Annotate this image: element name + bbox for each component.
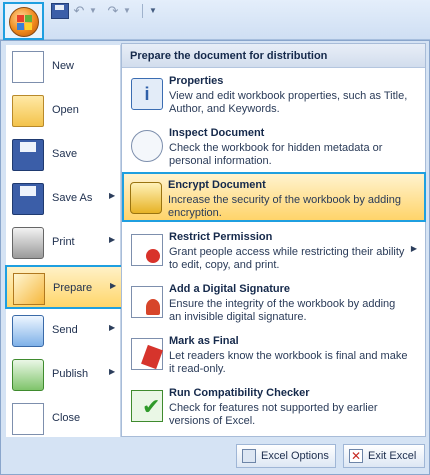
encrypt-key-icon bbox=[130, 182, 162, 214]
prepare-item-desc: Ensure the integrity of the workbook by … bbox=[169, 298, 396, 323]
prepare-item-restrict-permission[interactable]: Restrict Permission Grant people access … bbox=[125, 226, 423, 276]
menu-item-open[interactable]: Open bbox=[6, 89, 121, 133]
menu-item-label: Save bbox=[52, 148, 78, 160]
qat-redo-icon[interactable]: ↷ bbox=[104, 3, 122, 19]
qat-undo-icon[interactable]: ↶ bbox=[70, 3, 88, 19]
prepare-item-properties[interactable]: i Properties View and edit workbook prop… bbox=[125, 70, 423, 120]
prepare-item-desc: Grant people access while restricting th… bbox=[169, 246, 405, 271]
exit-x-icon: ✕ bbox=[349, 449, 363, 463]
menu-item-new[interactable]: New bbox=[6, 45, 121, 89]
save-disk-icon bbox=[12, 139, 44, 171]
submenu-arrow-icon: ▶ bbox=[109, 191, 116, 200]
submenu-arrow-icon: ▶ bbox=[410, 244, 417, 253]
prepare-item-title: Encrypt Document bbox=[168, 179, 266, 191]
prepare-item-title: Mark as Final bbox=[169, 335, 239, 347]
excel-options-label: Excel Options bbox=[261, 450, 329, 462]
prepare-item-title: Restrict Permission bbox=[169, 231, 273, 243]
prepare-item-desc: Check the workbook for hidden metadata o… bbox=[169, 142, 383, 167]
properties-icon: i bbox=[131, 78, 163, 110]
menu-item-label: Save As bbox=[52, 192, 93, 204]
close-document-icon bbox=[12, 403, 44, 435]
exit-excel-button[interactable]: ✕ Exit Excel bbox=[343, 444, 425, 468]
submenu-arrow-icon: ▶ bbox=[109, 235, 116, 244]
prepare-item-desc: View and edit workbook properties, such … bbox=[169, 90, 408, 115]
prepare-item-inspect-document[interactable]: Inspect Document Check the workbook for … bbox=[125, 122, 423, 172]
menu-item-prepare[interactable]: Prepare ▶ bbox=[5, 265, 123, 309]
submenu-header: Prepare the document for distribution bbox=[122, 44, 425, 68]
save-as-icon bbox=[12, 183, 44, 215]
prepare-item-title: Run Compatibility Checker bbox=[169, 387, 310, 399]
send-icon bbox=[12, 315, 44, 347]
prepare-submenu: Prepare the document for distribution i … bbox=[121, 43, 426, 437]
office-menu: New Open Save Save As ▶ Print ▶ Prepare … bbox=[0, 40, 430, 475]
publish-icon bbox=[12, 359, 44, 391]
menu-item-label: Print bbox=[52, 236, 75, 248]
menu-item-label: Close bbox=[52, 412, 81, 424]
printer-icon bbox=[12, 227, 44, 259]
compatibility-check-icon bbox=[131, 390, 163, 422]
menu-item-close[interactable]: Close bbox=[6, 397, 121, 441]
menu-item-send[interactable]: Send ▶ bbox=[6, 309, 121, 353]
submenu-arrow-icon: ▶ bbox=[109, 323, 116, 332]
prepare-item-title: Inspect Document bbox=[169, 127, 265, 139]
prepare-item-digital-signature[interactable]: Add a Digital Signature Ensure the integ… bbox=[125, 278, 423, 328]
submenu-arrow-icon: ▶ bbox=[109, 367, 116, 376]
exit-excel-label: Exit Excel bbox=[368, 450, 417, 462]
prepare-item-title: Properties bbox=[169, 75, 224, 87]
prepare-item-encrypt-document[interactable]: Encrypt Document Increase the security o… bbox=[122, 172, 426, 222]
menu-item-label: Open bbox=[52, 104, 79, 116]
prepare-item-title: Add a Digital Signature bbox=[169, 283, 291, 295]
digital-signature-icon bbox=[131, 286, 163, 318]
open-folder-icon bbox=[12, 95, 44, 127]
prepare-item-desc: Increase the security of the workbook by… bbox=[168, 194, 401, 219]
office-button[interactable] bbox=[3, 2, 44, 40]
customize-qat-icon[interactable]: ▼ bbox=[149, 3, 157, 19]
menu-item-save[interactable]: Save bbox=[6, 133, 121, 177]
mark-final-icon bbox=[131, 338, 163, 370]
menu-item-label: New bbox=[52, 60, 75, 72]
redo-dropdown-icon[interactable]: ▼ bbox=[123, 3, 131, 19]
prepare-icon bbox=[13, 273, 45, 305]
options-icon bbox=[242, 449, 256, 463]
inspect-document-icon bbox=[131, 130, 163, 162]
office-menu-commands: New Open Save Save As ▶ Print ▶ Prepare … bbox=[5, 45, 123, 437]
new-document-icon bbox=[12, 51, 44, 83]
menu-item-label: Publish bbox=[52, 368, 89, 380]
prepare-item-desc: Check for features not supported by earl… bbox=[169, 402, 378, 427]
menu-item-publish[interactable]: Publish ▶ bbox=[6, 353, 121, 397]
office-logo-icon bbox=[9, 7, 39, 37]
undo-dropdown-icon[interactable]: ▼ bbox=[89, 3, 97, 19]
menu-item-label: Prepare bbox=[53, 282, 93, 294]
prepare-item-desc: Let readers know the workbook is final a… bbox=[169, 350, 408, 375]
menu-item-save-as[interactable]: Save As ▶ bbox=[6, 177, 121, 221]
prepare-item-compatibility-checker[interactable]: Run Compatibility Checker Check for feat… bbox=[125, 382, 423, 432]
menu-item-label: Send bbox=[52, 324, 78, 336]
menu-item-print[interactable]: Print ▶ bbox=[6, 221, 121, 265]
prepare-item-mark-as-final[interactable]: Mark as Final Let readers know the workb… bbox=[125, 330, 423, 380]
excel-options-button[interactable]: Excel Options bbox=[236, 444, 336, 468]
submenu-title: Prepare the document for distribution bbox=[130, 50, 328, 62]
restrict-permission-icon bbox=[131, 234, 163, 266]
quick-access-toolbar: ↶ ▼ ↷ ▼ ▼ bbox=[0, 0, 430, 40]
qat-save-icon[interactable] bbox=[51, 3, 69, 19]
qat-separator bbox=[142, 4, 143, 18]
submenu-arrow-icon: ▶ bbox=[110, 281, 117, 290]
